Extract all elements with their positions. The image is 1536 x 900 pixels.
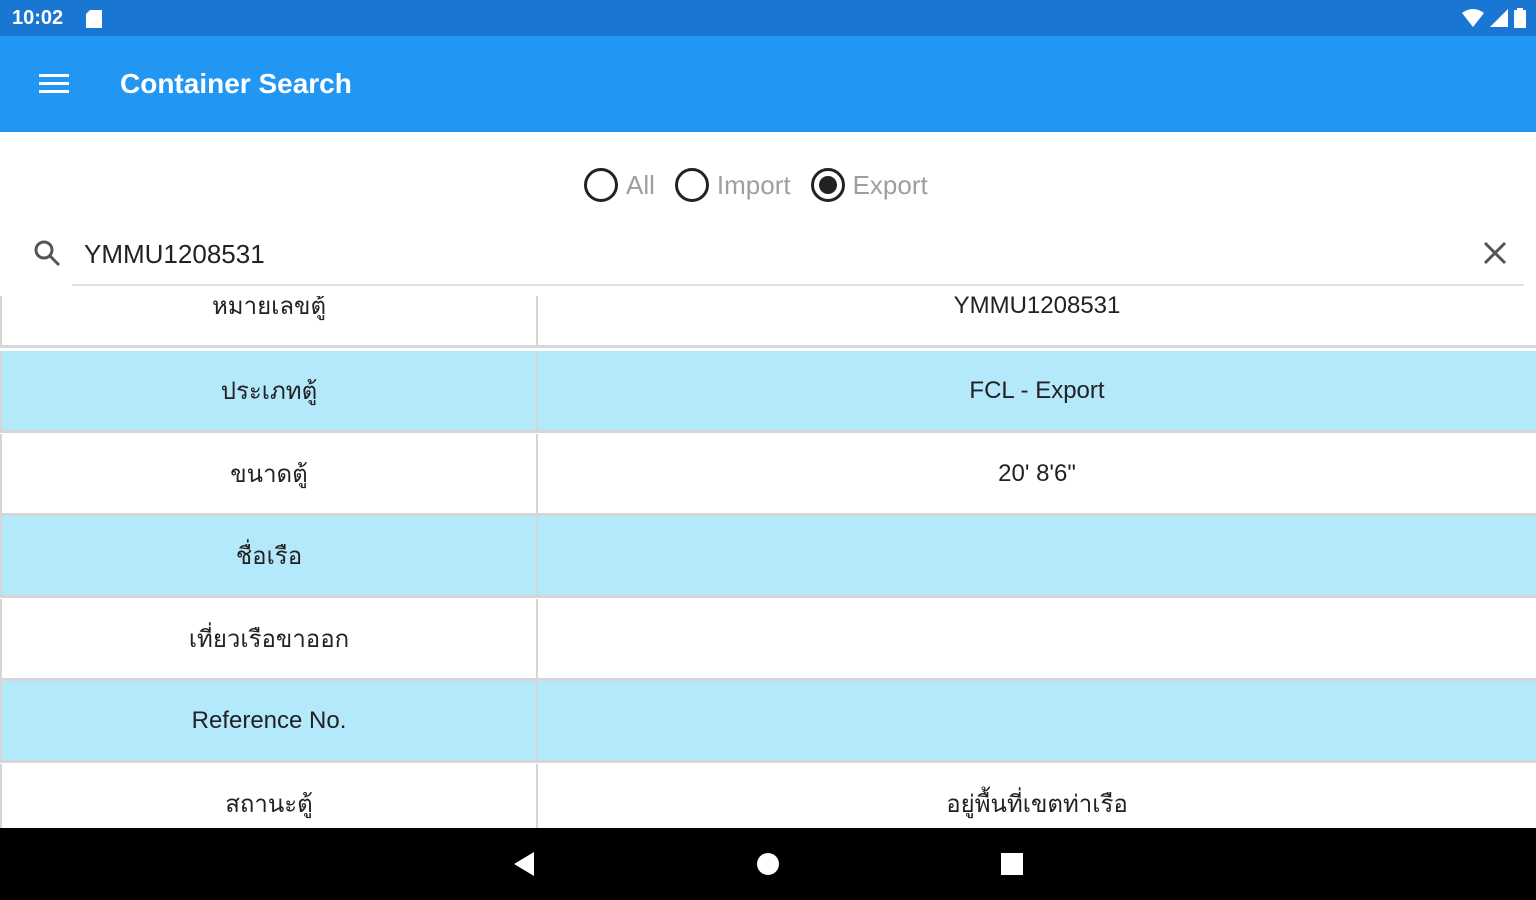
search-icon [34, 240, 61, 267]
hamburger-menu-icon[interactable] [36, 66, 72, 102]
app-title: Container Search [120, 68, 352, 99]
back-icon[interactable] [508, 848, 540, 880]
row-value: YMMU1208531 [953, 296, 1121, 319]
row-key: Reference No. [0, 681, 538, 760]
table-row: เที่ยวเรือขาออก [0, 599, 1536, 681]
table-row: สถานะตู้ อยู่พื้นที่เขตท่าเรือ [0, 764, 1536, 828]
table-row: ประเภทตู้ FCL - Export [0, 351, 1536, 433]
radio-import-circle[interactable] [674, 168, 709, 202]
container-type-filter: All Import Export [584, 168, 928, 202]
app-bar: Container Search [0, 36, 1536, 132]
row-key: เที่ยวเรือขาออก [0, 599, 538, 678]
battery-icon [1514, 8, 1526, 28]
table-row: ขนาดตู้ 20' 8'6" [0, 434, 1536, 516]
sd-card-icon [86, 10, 102, 28]
row-key: ประเภทตู้ [0, 351, 538, 430]
radio-all-label[interactable]: All [626, 170, 655, 201]
wifi-icon [1462, 9, 1484, 27]
row-key: สถานะตู้ [0, 764, 538, 828]
status-time: 10:02 [12, 7, 64, 29]
signal-icon [1490, 9, 1508, 27]
row-value: FCL - Export [969, 376, 1105, 404]
radio-all-circle[interactable] [584, 168, 618, 202]
radio-import[interactable]: Import [674, 168, 791, 202]
container-detail-table: หมายเลขตู้ YMMU1208531 ประเภทตู้ FCL - E… [0, 296, 1536, 828]
table-row: หมายเลขตู้ YMMU1208531 [0, 296, 1536, 348]
search-bar [0, 224, 1536, 288]
close-icon[interactable] [1480, 238, 1510, 268]
row-key: ชื่อเรือ [0, 516, 538, 595]
row-key: ขนาดตู้ [0, 434, 538, 513]
system-nav-bar [0, 828, 1536, 900]
row-value: 20' 8'6" [998, 459, 1076, 487]
search-input[interactable] [72, 224, 1524, 286]
row-value: อยู่พื้นที่เขตท่าเรือ [946, 791, 1128, 818]
radio-import-label[interactable]: Import [717, 170, 791, 201]
radio-all[interactable]: All [584, 168, 655, 202]
row-key: หมายเลขตู้ [0, 296, 538, 345]
radio-export[interactable]: Export [810, 168, 928, 202]
table-row: Reference No. [0, 681, 1536, 763]
radio-export-label[interactable]: Export [853, 170, 928, 201]
row-value [538, 516, 1536, 595]
row-value [538, 599, 1536, 678]
radio-export-circle[interactable] [810, 168, 845, 202]
status-icons [1462, 8, 1526, 28]
status-bar: 10:02 [0, 0, 1536, 36]
table-row: ชื่อเรือ [0, 516, 1536, 598]
recents-icon[interactable] [996, 848, 1028, 880]
home-icon[interactable] [752, 848, 784, 880]
row-value [538, 681, 1536, 760]
